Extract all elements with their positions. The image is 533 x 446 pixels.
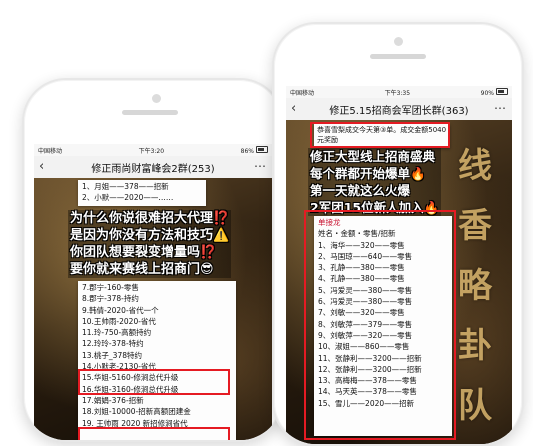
promo-line: 每个群都开始爆单🔥 xyxy=(310,166,426,181)
calligraphy-char: 香 xyxy=(458,206,492,246)
list-item: 8.郡宁-378-持约 xyxy=(82,294,139,304)
back-chevron-icon[interactable]: ‹ xyxy=(39,159,44,174)
promo-line: 你团队想要裂变增量吗⁉️ xyxy=(70,245,217,260)
group-title: 修正5.15招商会军团长群(363) xyxy=(329,105,469,117)
promo-line: 修正大型线上招商盛典 xyxy=(310,149,436,164)
speaker-grille xyxy=(122,110,178,115)
front-camera xyxy=(394,37,403,46)
list-item: 10.王帅雨-2020-省代 xyxy=(82,316,156,326)
battery-icon xyxy=(496,87,508,95)
promo-line: 要你就来赛线上招商门😎 xyxy=(70,262,214,277)
list-item: 2、小默——2020——…… xyxy=(82,193,174,203)
status-bar: 中国移动 下午3:35 90% xyxy=(286,86,512,98)
list-item: 12.玲玲-378-特约 xyxy=(82,339,144,349)
list-item: 13.桃子_378特约 xyxy=(82,350,142,360)
status-bar: 中国移动 下午3:20 86% xyxy=(34,144,272,156)
chat-header: ‹ 修正5.15招商会军团长群(363) ⋯ xyxy=(286,98,512,121)
list-item: 1、月姐——378——招新 xyxy=(82,182,169,191)
list-card-top: 1、月姐——378——招新 2、小默——2020——…… xyxy=(78,180,206,206)
speaker-grille xyxy=(370,54,426,59)
battery-label: 86% xyxy=(240,147,254,155)
front-camera xyxy=(152,94,161,103)
list-item: 17.娟娟-376-招新 xyxy=(82,395,144,405)
carrier-label: 中国移动 xyxy=(38,147,63,155)
highlight-box xyxy=(310,122,450,148)
calligraphy-char: 线 xyxy=(458,146,492,186)
right-phone-mockup: 中国移动 下午3:35 90% ‹ 修正5.15招商会军团长群(363) ⋯ 线… xyxy=(272,22,524,446)
highlight-box xyxy=(78,427,230,440)
battery-icon xyxy=(256,145,268,153)
back-chevron-icon[interactable]: ‹ xyxy=(291,101,296,116)
highlight-box xyxy=(304,210,456,440)
calligraphy-char: 队 xyxy=(458,386,492,426)
list-item: 18.刘姐-10000-招新高额团建金 xyxy=(82,407,191,417)
battery-indicator: 86% xyxy=(240,145,268,155)
clock-label: 下午3:20 xyxy=(138,147,165,155)
list-item: 11.玲-750-高额持约 xyxy=(82,328,152,338)
carrier-label: 中国移动 xyxy=(290,89,315,97)
promo-overlay: 为什么你说很难招大代理⁉️ 是因为你没有方法和技巧⚠️ 你团队想要裂变增量吗⁉️… xyxy=(68,210,232,278)
more-icon[interactable]: ⋯ xyxy=(254,159,266,173)
calligraphy-char: 略 xyxy=(458,266,492,306)
clock-label: 下午3:35 xyxy=(384,89,411,97)
group-title: 修正雨尚财富峰会2群(253) xyxy=(91,163,215,175)
more-icon[interactable]: ⋯ xyxy=(494,101,506,115)
calligraphy-art: 线 香 略 卦 队 xyxy=(458,136,502,436)
promo-line: 为什么你说很难招大代理⁉️ xyxy=(70,211,230,226)
battery-indicator: 90% xyxy=(480,87,508,97)
chat-header: ‹ 修正雨尚财富峰会2群(253) ⋯ xyxy=(34,156,272,179)
highlight-box xyxy=(78,369,230,395)
list-card-bottom: 7.郡宁-160-零售 8.郡宁-378-持约 9.韩倩-2020-省代一个 1… xyxy=(78,281,236,440)
list-item: 7.郡宁-160-零售 xyxy=(82,283,139,292)
promo-line: 第一天就这么火爆 xyxy=(310,183,411,198)
left-chat-screen: 中国移动 下午3:20 86% ‹ 修正雨尚财富峰会2群(253) ⋯ 1、月姐… xyxy=(34,144,272,440)
calligraphy-char: 卦 xyxy=(458,326,492,366)
left-phone-mockup: 中国移动 下午3:20 86% ‹ 修正雨尚财富峰会2群(253) ⋯ 1、月姐… xyxy=(22,78,284,442)
promo-overlay: 修正大型线上招商盛典 每个群都开始爆单🔥 第一天就这么火爆 2军团15位新人加入… xyxy=(308,148,442,216)
promo-line: 是因为你没有方法和技巧⚠️ xyxy=(70,228,230,243)
right-chat-screen: 中国移动 下午3:35 90% ‹ 修正5.15招商会军团长群(363) ⋯ 线… xyxy=(286,86,512,444)
battery-label: 90% xyxy=(480,89,494,97)
list-item: 9.韩倩-2020-省代一个 xyxy=(82,305,159,315)
